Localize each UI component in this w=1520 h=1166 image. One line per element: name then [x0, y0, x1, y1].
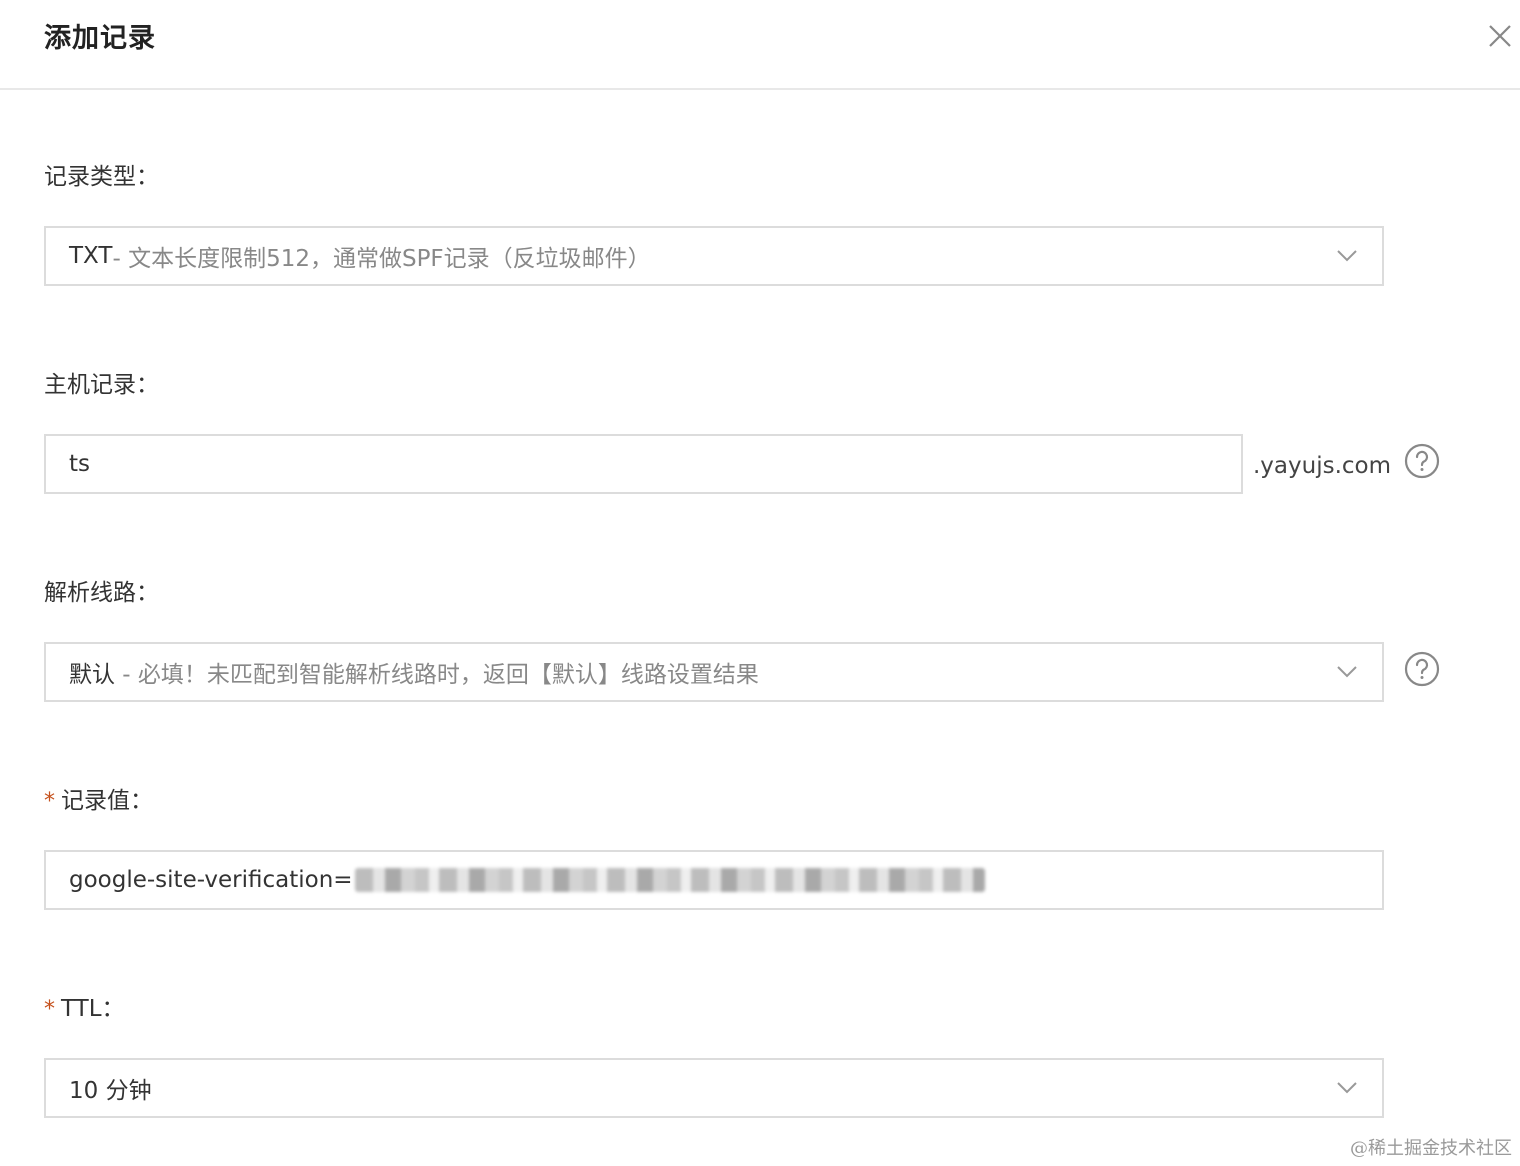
domain-suffix: .yayujs.com	[1253, 453, 1392, 479]
required-mark: *	[44, 789, 55, 814]
ttl-label: TTL：	[61, 996, 125, 1022]
chevron-down-icon	[1337, 666, 1357, 678]
required-mark: *	[44, 997, 55, 1022]
redacted-value	[354, 868, 985, 892]
record-type-label: 记录类型：	[44, 164, 159, 190]
record-type-value: TXT	[69, 243, 113, 269]
dialog-header: 添加记录	[0, 0, 1520, 90]
record-type-select[interactable]: TXT - 文本长度限制512，通常做SPF记录（反垃圾邮件）	[44, 226, 1384, 286]
resolve-line-label: 解析线路：	[44, 580, 159, 606]
resolve-line-value: 默认	[69, 662, 115, 688]
ttl-select[interactable]: 10 分钟	[44, 1058, 1384, 1118]
close-icon[interactable]	[1484, 20, 1516, 52]
host-record-value: ts	[69, 451, 91, 477]
watermark: @稀土掘金技术社区	[1350, 1138, 1512, 1159]
record-type-description: - 文本长度限制512，通常做SPF记录（反垃圾邮件）	[112, 246, 651, 272]
question-circle-icon[interactable]	[1404, 443, 1440, 479]
record-value-input[interactable]: google-site-verification=	[44, 850, 1384, 910]
record-value-label-row: * 记录值：	[44, 786, 153, 817]
record-value-label: 记录值：	[61, 788, 153, 814]
ttl-label-row: * TTL：	[44, 994, 125, 1025]
question-circle-icon[interactable]	[1404, 651, 1440, 687]
host-record-label: 主机记录：	[44, 372, 159, 398]
chevron-down-icon	[1337, 1082, 1357, 1094]
resolve-line-select[interactable]: 默认 - 必填！未匹配到智能解析线路时，返回【默认】线路设置结果	[44, 642, 1384, 702]
ttl-value: 10 分钟	[69, 1078, 152, 1104]
record-value-text: google-site-verification=	[69, 867, 353, 893]
host-record-input[interactable]: ts	[44, 434, 1243, 494]
chevron-down-icon	[1337, 250, 1357, 262]
dialog-title: 添加记录	[44, 23, 156, 54]
resolve-line-description: - 必填！未匹配到智能解析线路时，返回【默认】线路设置结果	[115, 662, 759, 688]
